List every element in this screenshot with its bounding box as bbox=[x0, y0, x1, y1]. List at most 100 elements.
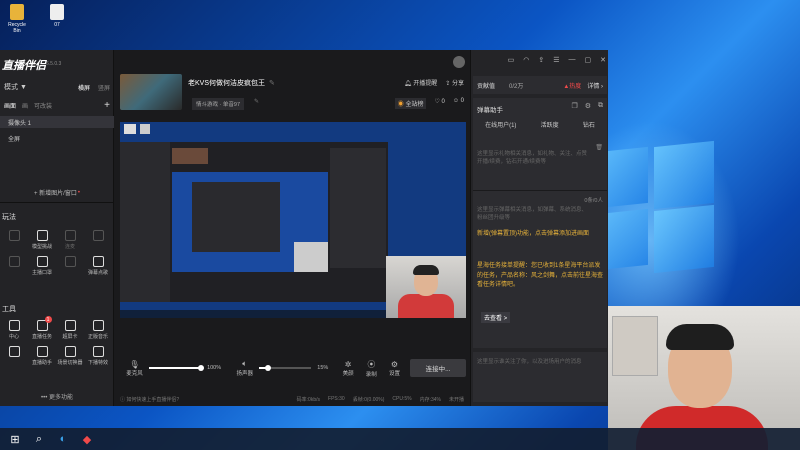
speaker-control[interactable]: 🔈︎ 扬声器 bbox=[230, 359, 259, 377]
tool-label: 超屏卡 bbox=[62, 334, 78, 340]
more-functions-button[interactable]: ••• 更多功能 bbox=[0, 392, 114, 401]
play-item[interactable]: 连麦 bbox=[56, 230, 84, 250]
tab-scene[interactable]: 画面 bbox=[4, 101, 16, 110]
trash-icon[interactable]: 🗑︎ bbox=[595, 144, 603, 151]
mode-dropdown[interactable]: 模式 ▼ bbox=[4, 82, 27, 92]
tool-item[interactable]: 超屏卡 bbox=[56, 320, 84, 340]
webcam-overlay[interactable] bbox=[386, 256, 466, 318]
headset-icon[interactable]: ◠ bbox=[523, 56, 529, 64]
slider-handle[interactable] bbox=[198, 365, 205, 371]
tool-item[interactable]: 中心 bbox=[0, 320, 28, 340]
full-rank-button[interactable]: ◉ 全站榜 bbox=[394, 98, 427, 109]
play-item[interactable]: 主播口罩 bbox=[28, 256, 56, 276]
minimize-icon[interactable]: — bbox=[569, 56, 576, 64]
status-bar: ⓘ 如何快速上手直播伴侣? 码率:0kb/s FPS:30 丢帧:0(0.00%… bbox=[114, 392, 470, 406]
dropped-stat: 丢帧:0(0.00%) bbox=[352, 396, 385, 403]
beauty-icon: ✲ bbox=[344, 359, 352, 369]
go-view-link[interactable]: 去查看 > bbox=[481, 312, 511, 323]
task-icon: 1 bbox=[36, 316, 52, 331]
speaker-volume-slider[interactable] bbox=[259, 365, 312, 371]
add-window-button[interactable]: + 新增图片/窗口 • bbox=[0, 188, 114, 198]
settings-label: 设置 bbox=[388, 370, 400, 377]
play-item[interactable]: 模型挑战 bbox=[28, 230, 56, 250]
bell-icon: 🔔︎ bbox=[403, 81, 412, 87]
contribution-value: 0/2万 bbox=[509, 83, 524, 90]
play-item[interactable]: 弹幕点歌 bbox=[84, 256, 112, 276]
source-item[interactable]: 摄像头 1 bbox=[0, 116, 114, 128]
tab-portrait[interactable]: 竖屏 bbox=[98, 83, 110, 92]
help-link[interactable]: ⓘ 如何快速上手直播伴侣? bbox=[120, 396, 179, 403]
cart-icon bbox=[8, 346, 20, 357]
mode-row: 模式 ▼ 横屏 竖屏 bbox=[0, 82, 114, 92]
play-item[interactable] bbox=[84, 230, 112, 250]
start-reminder-label: 开播提醒 bbox=[413, 81, 438, 87]
top-actions: 🔔︎ 开播提醒 ⇪ 分享 bbox=[404, 78, 464, 87]
stream-title-row: 老KVS何做何洁皮疯包王 ✎ bbox=[188, 78, 275, 88]
settings-button[interactable]: ⚙ 设置 bbox=[383, 360, 406, 377]
window-controls: ▭ ◠ ⇪ ☰ — ▢ ✕ bbox=[508, 56, 606, 64]
detail-label: 详情 bbox=[587, 83, 600, 90]
tab-online-users[interactable]: 在线用户(1) bbox=[485, 120, 516, 129]
tab-activity[interactable]: 活跃度 bbox=[541, 120, 559, 129]
browser-icon[interactable]: ◐ bbox=[56, 432, 70, 446]
message-count: 0条/0人 bbox=[584, 198, 603, 204]
tool-item[interactable] bbox=[0, 346, 28, 366]
play-item[interactable] bbox=[56, 256, 84, 276]
play-label: 模型挑战 bbox=[31, 244, 52, 250]
windows-start-icon[interactable]: ⊞ bbox=[8, 432, 22, 446]
category-tag[interactable]: 情斗游戏 · 单音97 bbox=[192, 98, 245, 110]
beauty-button[interactable]: ✲ 美颜 bbox=[337, 360, 360, 377]
tool-label: 正版音乐 bbox=[87, 334, 108, 340]
maximize-icon[interactable]: ▢ bbox=[585, 56, 592, 64]
settings-icon[interactable]: ⚙ bbox=[585, 102, 591, 110]
stream-preview[interactable] bbox=[120, 122, 466, 318]
stats-row: ◉ 全站榜 ♡ 0 ☺ 0 bbox=[394, 98, 464, 109]
app-icon[interactable]: ◆ bbox=[80, 432, 94, 446]
add-window-label: + 新增图片/窗口 bbox=[34, 191, 77, 197]
close-icon[interactable]: ✕ bbox=[600, 56, 606, 64]
tool-item[interactable]: 1 直播任务 bbox=[28, 316, 56, 340]
add-scene-button[interactable]: + bbox=[104, 100, 110, 111]
share-icon[interactable]: ⇪ bbox=[538, 56, 544, 64]
tool-item[interactable]: 直播助手 bbox=[28, 346, 56, 366]
desktop-icon-recycle[interactable]: Recycle Bin bbox=[4, 4, 30, 34]
chat-icon[interactable]: ▭ bbox=[508, 56, 515, 64]
connect-button[interactable]: 连接中... bbox=[410, 359, 467, 377]
search-icon[interactable]: ⌕ bbox=[32, 432, 46, 446]
divider bbox=[0, 202, 114, 203]
tool-item[interactable]: 场景切换器 bbox=[56, 346, 84, 366]
contribution-bar: 贡献值 0/2万 ▲热度 详情 › bbox=[473, 76, 607, 94]
menu-icon[interactable]: ☰ bbox=[553, 56, 559, 64]
avatar[interactable] bbox=[453, 56, 465, 68]
source-label: 摄像头 1 bbox=[8, 120, 32, 127]
detail-link[interactable]: 详情 › bbox=[587, 81, 603, 90]
tab-diamonds[interactable]: 钻石 bbox=[583, 120, 595, 129]
full-rank-label: 全站榜 bbox=[405, 102, 424, 108]
shield-icon bbox=[36, 230, 48, 241]
start-reminder-button[interactable]: 🔔︎ 开播提醒 bbox=[404, 78, 437, 87]
hot-label: 热度 bbox=[569, 83, 582, 90]
edit-icon[interactable]: ✎ bbox=[269, 79, 275, 87]
tab-scene-3[interactable]: 可改装 bbox=[34, 101, 52, 110]
play-item[interactable] bbox=[0, 230, 28, 250]
play-item[interactable] bbox=[0, 256, 28, 276]
stream-cover-thumbnail[interactable] bbox=[120, 74, 182, 110]
popout-icon[interactable]: ⧉ bbox=[598, 102, 603, 110]
desktop-icon-file[interactable]: 07 bbox=[44, 4, 70, 28]
slider-handle[interactable] bbox=[265, 365, 272, 371]
tool-item[interactable]: 下播特效 bbox=[84, 346, 112, 366]
stream-title[interactable]: 老KVS何做何洁皮疯包王 bbox=[188, 78, 265, 88]
tab-landscape[interactable]: 横屏 bbox=[78, 83, 90, 92]
edit-icon[interactable]: ✎ bbox=[254, 98, 259, 105]
tab-scene-2[interactable]: 画 bbox=[22, 101, 28, 110]
tool-item[interactable]: 正版音乐 bbox=[84, 320, 112, 340]
share-button[interactable]: ⇪ 分享 bbox=[445, 78, 464, 87]
mic-control[interactable]: 🎙︎ 麦克风 bbox=[120, 360, 149, 377]
source-item[interactable]: 全屏 bbox=[0, 132, 114, 144]
mask-icon bbox=[36, 256, 48, 267]
mic-volume-slider[interactable] bbox=[148, 365, 205, 371]
copy-icon[interactable]: ❐ bbox=[571, 102, 577, 110]
task-notice: 星海任务接单提醒：您已收到1条星海平台派发的任务，产品名称：风之剑舞，点击前往星… bbox=[477, 263, 604, 289]
nested-window bbox=[192, 182, 280, 252]
record-button[interactable]: ⦿ 录制 bbox=[360, 359, 383, 378]
